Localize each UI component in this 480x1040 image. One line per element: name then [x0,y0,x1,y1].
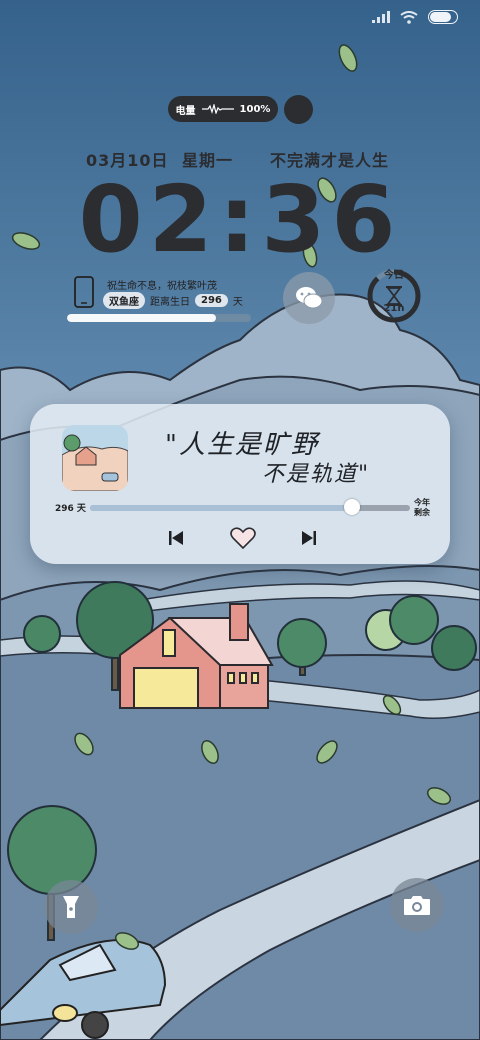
battery-icon [428,10,458,24]
skip-previous-icon [169,531,183,545]
wechat-shortcut[interactable] [283,272,335,324]
birthday-progress-fill [67,314,217,322]
signal-bars-icon [372,11,390,23]
battery-wave-icon [201,104,234,114]
flashlight-button[interactable] [44,880,98,934]
like-button[interactable] [229,527,257,549]
year-remaining-label: 今年 剩余 [414,498,430,518]
birthday-days-unit: 天 [232,297,243,308]
battery-widget-dot [284,95,313,124]
birthday-blessing: 祝生命不息，祝枝繁叶茂 [107,281,217,292]
heart-icon [230,527,256,549]
days-left-label: 296 天 [55,504,86,514]
zodiac-badge: 双鱼座 [103,292,145,309]
album-cover[interactable] [62,425,128,491]
year-label-line1: 今年 [414,498,430,507]
birthday-days-badge: 296 [195,294,228,307]
next-track-button[interactable] [296,527,322,549]
battery-label: 电量 [175,105,196,117]
camera-button[interactable] [390,878,444,932]
previous-track-button[interactable] [163,527,189,549]
birthday-info: 双鱼座 距离生日 296 天 [103,292,243,309]
skip-next-icon [302,531,316,545]
year-label-line2: 剩余 [414,508,430,517]
phone-icon [74,276,94,308]
birthday-until-label: 距离生日 [150,297,190,308]
clock-time: 02:36 [78,166,402,273]
quote-line-2: 不是轨道" [262,462,371,487]
hours-label: 21h [383,303,405,314]
battery-widget: 电量 100% [168,96,278,122]
wechat-icon [296,287,323,309]
year-progress-track[interactable] [90,505,410,511]
flashlight-icon [63,896,79,918]
today-label: 今日 [384,270,404,281]
wifi-icon [400,10,418,24]
birthday-progress-bar [67,314,251,322]
camera-icon [404,896,430,915]
year-progress-fill [90,505,353,511]
status-bar [372,10,458,24]
battery-percent: 100% [239,103,271,115]
